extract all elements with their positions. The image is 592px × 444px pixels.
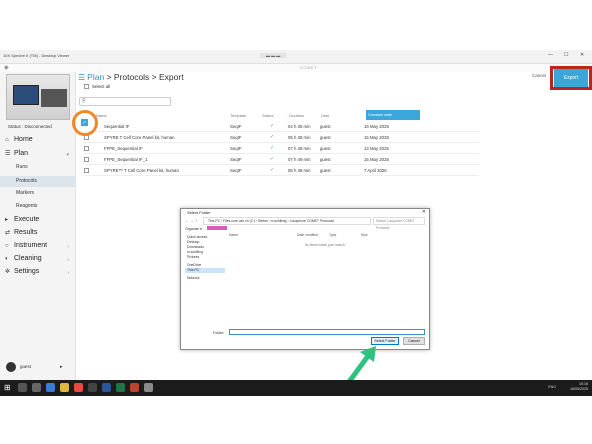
back-forward-icon[interactable]: ← → ↑	[185, 218, 197, 223]
excel-icon[interactable]	[116, 383, 125, 392]
chevron-right-icon: ▸	[60, 364, 63, 370]
explorer-icon[interactable]	[60, 383, 69, 392]
sidebar-item-results[interactable]: ⇄ Results	[5, 229, 37, 236]
window-center-label: ▬ ▬ ▬	[260, 53, 287, 58]
table-row[interactable]: Sequential IF SeqIF ✓ 04 h 36 min guest …	[84, 121, 479, 132]
app-name: COMET	[300, 65, 317, 70]
spectre-app-icon[interactable]	[144, 383, 153, 392]
dialog-search-input[interactable]: Search Lunaphore COMET Protocols	[373, 217, 425, 230]
plan-icon: ☰	[5, 151, 11, 157]
sidebar-item-protocols[interactable]: Protocols	[0, 176, 75, 187]
nav-network[interactable]: Network	[185, 276, 225, 281]
table-row[interactable]: SPYRE T Cell Core Panel kit, human SeqIF…	[84, 132, 479, 143]
maximize-button[interactable]: ☐	[564, 52, 568, 58]
list-icon: ☰	[78, 73, 86, 82]
app-icon[interactable]	[88, 383, 97, 392]
chevron-down-icon: ▾	[66, 152, 69, 158]
col-template[interactable]: Template	[230, 113, 246, 118]
cleaning-icon: ◐	[5, 256, 9, 262]
windows-start-icon[interactable]: ⊞	[4, 383, 11, 392]
results-icon: ⇄	[5, 230, 11, 236]
row-checkbox[interactable]	[84, 157, 89, 162]
address-bar[interactable]: This PC › Files.core.uzh.ch (Z:) › Stefa…	[203, 217, 371, 225]
checkbox-highlight	[72, 110, 98, 136]
select-folder-button[interactable]: Select Folder	[371, 337, 399, 345]
col-size[interactable]: Size	[361, 233, 368, 237]
chevron-right-icon: ›	[67, 257, 69, 263]
system-clock[interactable]: 15:16 16/05/2025	[570, 382, 588, 392]
sidebar-item-home[interactable]: ⌂ Home	[5, 136, 33, 143]
col-date-modified[interactable]: Date modified	[297, 233, 318, 237]
row-checkbox[interactable]	[84, 168, 89, 173]
word-icon[interactable]	[102, 383, 111, 392]
sidebar-item-plan[interactable]: ☰ Plan	[5, 150, 28, 157]
sidebar-item-markers[interactable]: Markers	[16, 190, 34, 196]
dialog-title: Select Folder	[187, 210, 211, 215]
search-input[interactable]: ⚲	[79, 97, 171, 106]
col-user[interactable]: User	[321, 113, 329, 118]
organize-button[interactable]: Organize ▾	[185, 227, 202, 231]
status-text: Status : Disconnected	[8, 124, 52, 129]
breadcrumb: ☰ Plan > Protocols > Export	[78, 72, 184, 82]
chevron-right-icon: ›	[67, 244, 69, 250]
col-status[interactable]: Status	[262, 113, 273, 118]
minimize-button[interactable]: —	[548, 52, 553, 58]
export-button[interactable]: Export	[554, 69, 588, 87]
table-row[interactable]: FFPE_Sequential IF_1 SeqIF ✓ 07 h 49 min…	[84, 154, 479, 165]
search-icon[interactable]	[18, 383, 27, 392]
chevron-right-icon: ›	[67, 270, 69, 276]
nav-this-pc[interactable]: This PC	[185, 268, 225, 273]
select-all[interactable]: Select all	[84, 84, 110, 90]
settings-icon: ✲	[5, 269, 11, 275]
sidebar: Status : Disconnected ⌂ Home ☰ Plan ▾ Runs…	[0, 72, 76, 380]
folder-label: Folder:	[213, 331, 225, 335]
sidebar-item-reagents[interactable]: Reagents	[16, 203, 37, 209]
avatar	[6, 362, 16, 372]
sidebar-item-runs[interactable]: Runs	[16, 164, 28, 170]
close-icon[interactable]: ✕	[422, 209, 426, 215]
select-all-checkbox[interactable]	[84, 84, 89, 90]
edge-icon[interactable]	[46, 383, 55, 392]
app-logo-icon: ◆	[4, 65, 9, 71]
close-button[interactable]: ✕	[580, 52, 584, 58]
cancel-button[interactable]: Cancel	[532, 73, 546, 78]
taskbar: ⊞ ENG 15:16 16/05/2025	[0, 380, 592, 396]
powerpoint-icon[interactable]	[130, 383, 139, 392]
dialog-cancel-button[interactable]: Cancel	[403, 337, 425, 345]
col-creation-date[interactable]: Creation date	[366, 110, 420, 120]
col-type[interactable]: Type	[329, 233, 336, 237]
home-icon: ⌂	[5, 137, 9, 143]
sidebar-item-cleaning[interactable]: ◐ Cleaning	[5, 255, 42, 262]
table-header: Name Template Status Duration User Creat…	[96, 110, 476, 120]
chrome-icon[interactable]	[74, 383, 83, 392]
sidebar-item-settings[interactable]: ✲ Settings	[5, 268, 39, 275]
execute-icon: ▸	[5, 217, 9, 223]
sidebar-item-execute[interactable]: ▸ Execute	[5, 216, 39, 223]
select-folder-dialog: Select Folder ✕ ← → ↑ This PC › Files.co…	[180, 208, 430, 350]
window-title: 10X Spectre II (TM) - Desktop Viewer	[3, 53, 70, 58]
table-row[interactable]: FFPE_Sequential IF SeqIF ✓ 07 h 49 min g…	[84, 143, 479, 154]
task-view-icon[interactable]	[32, 383, 41, 392]
breadcrumb-plan[interactable]: Plan	[87, 72, 104, 82]
instrument-image	[6, 74, 70, 120]
table-row[interactable]: SPYRE™ T Cell Core Panel kit, human SeqI…	[84, 165, 479, 176]
new-folder-highlight	[207, 226, 227, 230]
empty-message: No items match your search.	[305, 243, 346, 247]
col-duration[interactable]: Duration	[289, 113, 304, 118]
user-menu[interactable]: guest ▸	[6, 362, 63, 372]
title-bar: 10X Spectre II (TM) - Desktop Viewer ▬ ▬…	[0, 50, 592, 64]
col-name[interactable]: Name	[229, 233, 238, 237]
row-checkbox[interactable]	[84, 146, 89, 151]
sidebar-item-instrument[interactable]: ○ Instrument	[5, 242, 47, 249]
tray-lang[interactable]: ENG	[548, 385, 556, 389]
nav-pane: Quick access Desktop Downloads m.schilli…	[185, 235, 225, 327]
folder-input[interactable]	[229, 329, 425, 335]
search-icon: ⚲	[82, 98, 86, 104]
nav-pictures[interactable]: Pictures	[185, 255, 225, 260]
instrument-icon: ○	[5, 243, 9, 249]
col-name[interactable]: Name	[96, 113, 107, 118]
app-header: ◆ COMET	[0, 64, 592, 72]
